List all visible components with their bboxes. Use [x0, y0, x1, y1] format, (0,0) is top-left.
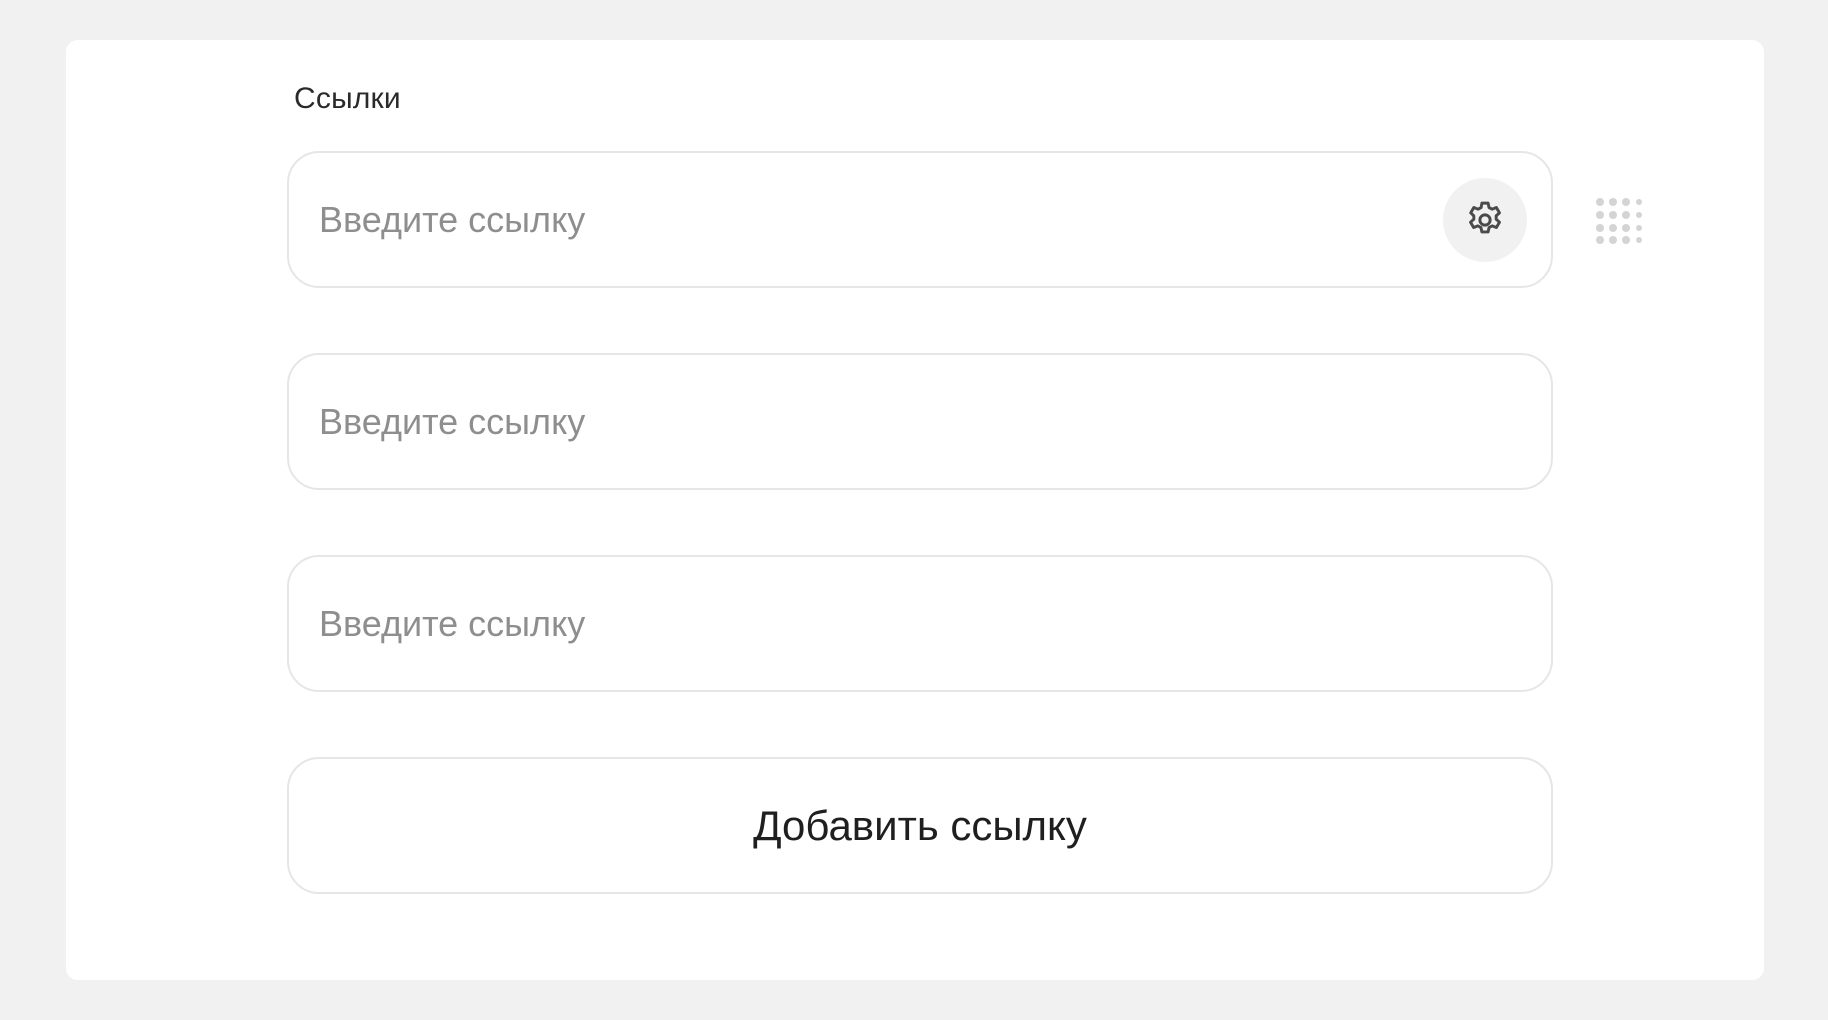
gear-icon [1469, 201, 1501, 234]
drag-handle-icon[interactable] [1594, 196, 1642, 244]
link-field-2 [287, 353, 1553, 490]
link-field-1 [287, 151, 1553, 288]
link-input-3[interactable] [319, 557, 1419, 690]
page-background: Ссылки Введите ссылку Введите ссылку Вве… [0, 0, 1828, 1020]
add-link-button[interactable]: Добавить ссылку [287, 757, 1553, 894]
links-section-label: Ссылки [294, 82, 401, 115]
link-input-2[interactable] [319, 355, 1419, 488]
link-field-3 [287, 555, 1553, 692]
link-settings-button[interactable] [1443, 178, 1527, 262]
links-card: Ссылки Введите ссылку Введите ссылку Вве… [66, 40, 1764, 980]
link-input-1[interactable] [319, 153, 1419, 286]
